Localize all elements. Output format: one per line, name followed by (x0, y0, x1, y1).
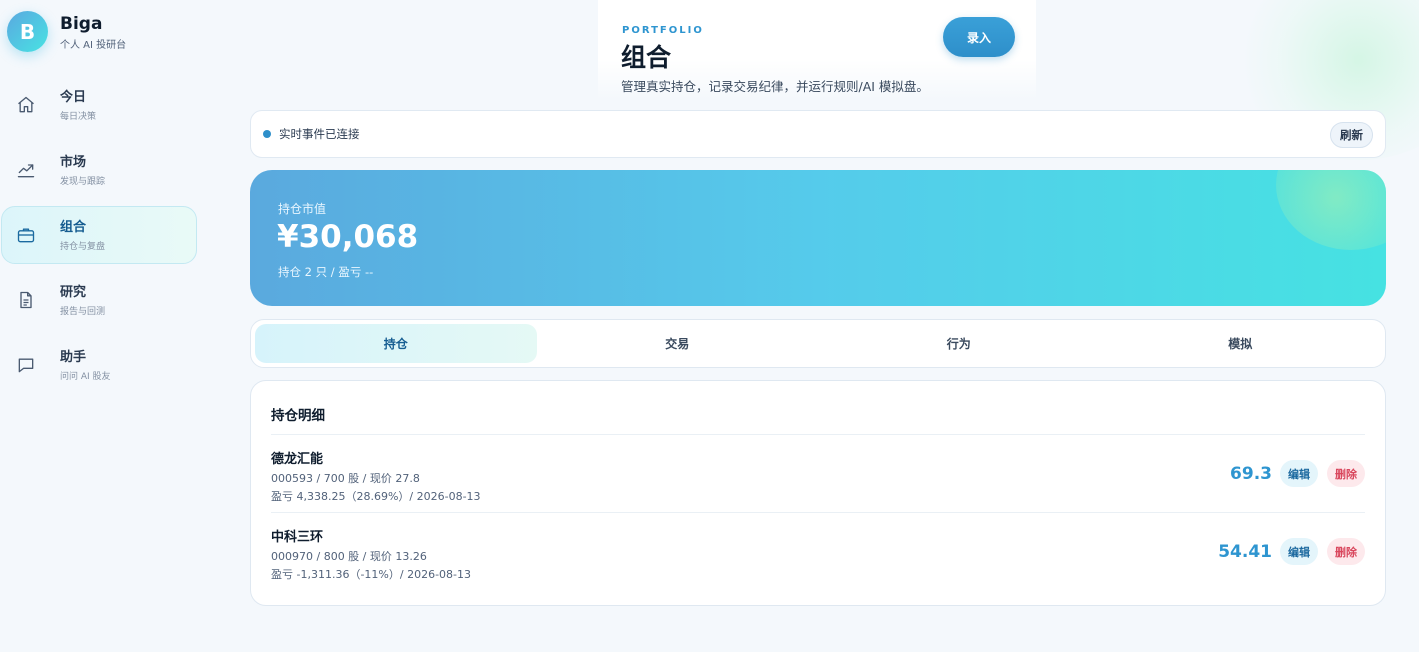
nav-item-assistant[interactable]: 助手 问问 AI 股友 (1, 336, 197, 394)
nav-item-market[interactable]: 市场 发现与跟踪 (1, 141, 197, 199)
refresh-button[interactable]: 刷新 (1330, 122, 1373, 148)
stock-pnl: 盈亏 4,338.25（28.69%）/ 2026-08-13 (271, 490, 481, 503)
stock-value: 54.41 (1218, 541, 1272, 562)
home-icon (18, 96, 34, 113)
market-value: ¥30,068 (277, 219, 419, 255)
nav-item-research[interactable]: 研究 报告与回测 (1, 271, 197, 329)
decorative-blob (1276, 170, 1386, 250)
nav-sub: 每日决策 (60, 111, 97, 122)
page-eyebrow: PORTFOLIO (622, 25, 704, 36)
tab-behavior[interactable]: 行为 (818, 324, 1100, 363)
sidebar: B Biga 个人 AI 投研台 今日 每日决策 市场 发现与跟踪 组合 持仓与… (0, 0, 210, 652)
nav-sub: 问问 AI 股友 (60, 371, 111, 382)
row-actions: 54.41 编辑 删除 (1218, 538, 1365, 565)
nav-label: 研究 (60, 284, 87, 300)
brand: B Biga 个人 AI 投研台 (7, 11, 126, 52)
nav-label: 组合 (60, 219, 87, 235)
chat-icon (18, 358, 34, 373)
nav-item-portfolio[interactable]: 组合 持仓与复盘 (1, 206, 197, 264)
tab-simulation[interactable]: 模拟 (1100, 324, 1382, 363)
document-icon (20, 291, 32, 309)
brand-subtitle: 个人 AI 投研台 (60, 39, 127, 51)
stock-value: 69.3 (1230, 463, 1272, 484)
nav-sub: 报告与回测 (60, 306, 106, 317)
holdings-card: 持仓明细 德龙汇能 000593 / 700 股 / 现价 27.8 盈亏 4,… (250, 380, 1386, 606)
brand-name: Biga (60, 13, 103, 34)
brand-logo: B (7, 11, 48, 52)
realtime-status-bar: 实时事件已连接 刷新 (250, 110, 1386, 158)
market-value-label: 持仓市值 (278, 202, 327, 216)
nav-sub: 发现与跟踪 (60, 176, 106, 187)
tab-holdings[interactable]: 持仓 (255, 324, 537, 363)
nav-label: 助手 (60, 349, 87, 365)
table-row: 德龙汇能 000593 / 700 股 / 现价 27.8 盈亏 4,338.2… (271, 435, 1365, 513)
holdings-summary: 持仓 2 只 / 盈亏 -- (278, 265, 374, 279)
main-nav: 今日 每日决策 市场 发现与跟踪 组合 持仓与复盘 研究 报告与回测 助手 问问… (1, 76, 197, 401)
status-dot-icon (263, 130, 271, 138)
stock-name: 中科三环 (271, 530, 324, 545)
nav-item-today[interactable]: 今日 每日决策 (1, 76, 197, 134)
page-title: 组合 (621, 43, 672, 72)
portfolio-tabs: 持仓 交易 行为 模拟 (250, 319, 1386, 368)
table-row: 中科三环 000970 / 800 股 / 现价 13.26 盈亏 -1,311… (271, 513, 1365, 591)
row-actions: 69.3 编辑 删除 (1230, 460, 1365, 487)
portfolio-value-card: 持仓市值 ¥30,068 持仓 2 只 / 盈亏 -- (250, 170, 1386, 306)
delete-button[interactable]: 删除 (1327, 538, 1365, 565)
stock-name: 德龙汇能 (271, 452, 324, 467)
tab-trades[interactable]: 交易 (537, 324, 819, 363)
page-description: 管理真实持仓，记录交易纪律，并运行规则/AI 模拟盘。 (621, 79, 929, 94)
stock-meta: 000970 / 800 股 / 现价 13.26 (271, 550, 427, 563)
nav-sub: 持仓与复盘 (60, 241, 106, 252)
record-button[interactable]: 录入 (943, 17, 1015, 57)
stock-meta: 000593 / 700 股 / 现价 27.8 (271, 472, 420, 485)
nav-label: 今日 (60, 89, 87, 105)
stock-pnl: 盈亏 -1,311.36（-11%）/ 2026-08-13 (271, 568, 471, 581)
nav-label: 市场 (60, 154, 87, 170)
briefcase-icon (17, 228, 35, 243)
edit-button[interactable]: 编辑 (1280, 460, 1318, 487)
delete-button[interactable]: 删除 (1327, 460, 1365, 487)
status-text: 实时事件已连接 (279, 127, 360, 141)
trend-icon (17, 164, 35, 178)
holdings-title: 持仓明细 (271, 381, 1365, 435)
edit-button[interactable]: 编辑 (1280, 538, 1318, 565)
